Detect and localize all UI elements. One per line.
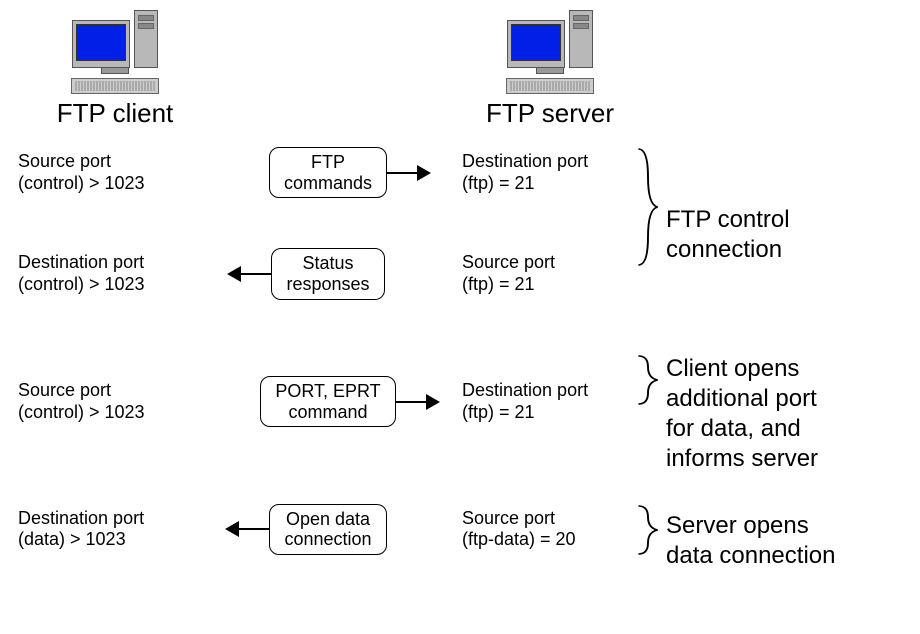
client-port-label: Source port(control) > 1023 [10, 380, 198, 423]
flow-group: Destination port(data) > 1023 Open dataco… [10, 504, 910, 579]
message-box: Open dataconnection [269, 504, 386, 555]
brace-icon [636, 504, 660, 556]
client-computer-icon [71, 10, 159, 94]
flow-row: Destination port(control) > 1023 Statusre… [10, 248, 632, 299]
message-box: PORT, EPRTcommand [260, 376, 395, 427]
diagram-body: Source port(control) > 1023 FTPcommands De… [10, 147, 910, 579]
group-annotation: FTP controlconnection [660, 205, 910, 265]
keyboard-icon [506, 78, 594, 94]
arrow-left-icon [229, 273, 271, 275]
server-port-label: Destination port(ftp) = 21 [462, 151, 632, 194]
client-port-label: Destination port(control) > 1023 [10, 252, 198, 295]
client-port-label: Destination port(data) > 1023 [10, 508, 198, 551]
server-port-label: Source port(ftp-data) = 20 [462, 508, 632, 551]
monitor-icon [72, 20, 130, 68]
brace-icon [636, 147, 660, 267]
server-title: FTP server [450, 98, 650, 129]
message-box: FTPcommands [269, 147, 387, 198]
message-arrow: FTPcommands [198, 147, 458, 198]
server-column: FTP server [450, 10, 650, 129]
brace-icon [636, 354, 660, 406]
monitor-icon [507, 20, 565, 68]
arrow-right-icon [387, 172, 429, 174]
client-port-label: Source port(control) > 1023 [10, 151, 198, 194]
tower-icon [134, 10, 158, 68]
header-row: FTP client FTP server [10, 10, 910, 129]
client-column: FTP client [10, 10, 220, 129]
group-annotation: Client opensadditional portfor data, and… [660, 354, 910, 474]
arrow-left-icon [227, 528, 269, 530]
group-annotation: Server opensdata connection [660, 511, 910, 571]
client-title: FTP client [10, 98, 220, 129]
message-arrow: Open dataconnection [198, 504, 458, 555]
flow-row: Destination port(data) > 1023 Open dataco… [10, 504, 632, 555]
flow-row: Source port(control) > 1023 PORT, EPRTcom… [10, 376, 632, 427]
server-port-label: Source port(ftp) = 21 [462, 252, 632, 295]
arrow-right-icon [396, 401, 438, 403]
server-computer-icon [506, 10, 594, 94]
keyboard-icon [71, 78, 159, 94]
flow-group: Source port(control) > 1023 FTPcommands De… [10, 147, 910, 324]
message-box: Statusresponses [271, 248, 384, 299]
server-port-label: Destination port(ftp) = 21 [462, 380, 632, 423]
flow-row: Source port(control) > 1023 FTPcommands De… [10, 147, 632, 198]
message-arrow: Statusresponses [198, 248, 458, 299]
flow-group: Source port(control) > 1023 PORT, EPRTcom… [10, 354, 910, 474]
message-arrow: PORT, EPRTcommand [198, 376, 458, 427]
tower-icon [569, 10, 593, 68]
